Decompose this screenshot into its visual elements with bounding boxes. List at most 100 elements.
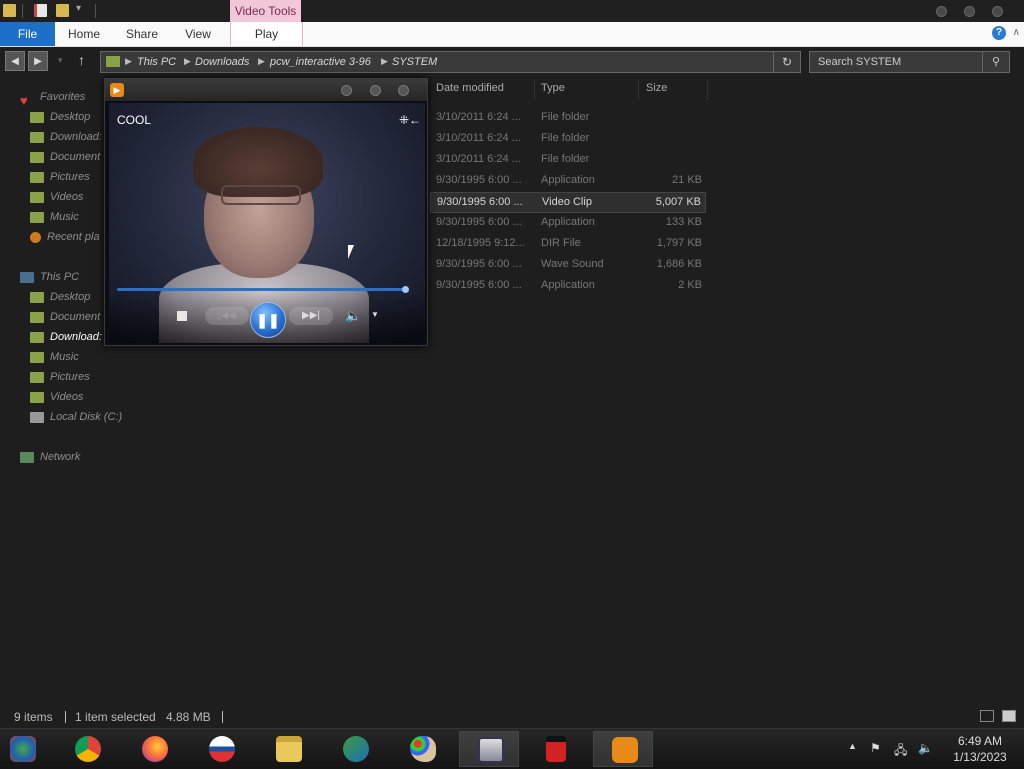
- nav-pc-documents[interactable]: Document: [30, 308, 100, 326]
- tab-home[interactable]: Home: [62, 22, 106, 46]
- search-box[interactable]: Search SYSTEM ⚲: [809, 51, 1010, 73]
- breadcrumb-system[interactable]: SYSTEM: [392, 56, 437, 68]
- nav-favorites[interactable]: ♥ Favorites: [20, 88, 85, 108]
- nav-pc-videos[interactable]: Videos: [30, 388, 83, 406]
- show-hidden-icons-icon[interactable]: ▲: [848, 741, 857, 751]
- nav-pc-local-disk[interactable]: Local Disk (C:): [30, 408, 122, 426]
- new-folder-icon[interactable]: [56, 4, 69, 17]
- file-row[interactable]: 9/30/1995 6:00 ... Wave Sound 1,686 KB: [430, 255, 706, 276]
- chevron-up-icon[interactable]: ∧: [1013, 27, 1020, 38]
- back-button[interactable]: ◀: [5, 51, 25, 71]
- cell-type: File folder: [541, 153, 590, 165]
- clock[interactable]: 6:49 AM 1/13/2023: [944, 733, 1016, 765]
- seek-thumb[interactable]: [402, 286, 409, 293]
- nav-label: Document: [50, 151, 101, 163]
- nav-fav-documents[interactable]: Document: [30, 148, 100, 166]
- help-icon[interactable]: ?: [992, 26, 1006, 40]
- taskbar-firefox[interactable]: [124, 731, 184, 767]
- taskbar-file-explorer[interactable]: [258, 731, 318, 767]
- cell-type: File folder: [541, 111, 590, 123]
- tab-share[interactable]: Share: [120, 22, 164, 46]
- windows-media-center-icon: [10, 736, 36, 762]
- nav-network[interactable]: Network: [20, 448, 80, 466]
- breadcrumb-pcw-interactive[interactable]: pcw_interactive 3-96: [270, 56, 371, 68]
- tab-play[interactable]: Play: [230, 22, 303, 46]
- nav-fav-pictures[interactable]: Pictures: [30, 168, 90, 186]
- minimize-button[interactable]: [341, 85, 352, 96]
- nav-pc-pictures[interactable]: Pictures: [30, 368, 90, 386]
- breadcrumb-this-pc[interactable]: This PC: [137, 56, 176, 68]
- taskbar-obama-logo[interactable]: [191, 731, 251, 767]
- drive-icon: [30, 411, 44, 423]
- column-size[interactable]: Size: [646, 82, 667, 98]
- tab-view[interactable]: View: [178, 22, 218, 46]
- details-view-icon[interactable]: [980, 710, 994, 722]
- previous-button[interactable]: |◀◀: [205, 307, 249, 325]
- large-icons-view-icon[interactable]: [1002, 710, 1016, 722]
- file-row[interactable]: 3/10/2011 6:24 ... File folder: [430, 150, 706, 171]
- taskbar-red-app[interactable]: [526, 731, 586, 767]
- breadcrumb-downloads[interactable]: Downloads: [195, 56, 249, 68]
- player-title-bar[interactable]: ▶: [105, 79, 427, 101]
- nav-fav-music[interactable]: Music: [30, 208, 79, 226]
- search-input[interactable]: Search SYSTEM: [818, 56, 901, 68]
- file-row[interactable]: 9/30/1995 6:00 ... Application 21 KB: [430, 171, 706, 192]
- file-row[interactable]: 9/30/1995 6:00 ... Video Clip 5,007 KB: [430, 192, 706, 213]
- volume-icon[interactable]: 🔈: [918, 741, 933, 755]
- refresh-icon[interactable]: ↻: [773, 52, 800, 72]
- up-arrow-icon[interactable]: ↑: [78, 52, 85, 68]
- taskbar-network-app[interactable]: [325, 731, 385, 767]
- selection-size: 4.88 MB: [166, 710, 211, 724]
- column-divider[interactable]: [707, 80, 708, 100]
- seek-bar[interactable]: [117, 288, 406, 291]
- nav-fav-recent[interactable]: Recent pla: [30, 228, 100, 246]
- nav-fav-videos[interactable]: Videos: [30, 188, 83, 206]
- taskbar-media-player[interactable]: [593, 731, 653, 767]
- file-row[interactable]: 9/30/1995 6:00 ... Application 2 KB: [430, 276, 706, 297]
- next-button[interactable]: ▶▶|: [289, 307, 333, 325]
- red-app-icon: [546, 736, 566, 762]
- taskbar-multi-window-app[interactable]: [459, 731, 519, 767]
- stop-button[interactable]: [177, 311, 187, 321]
- column-divider[interactable]: [534, 80, 535, 100]
- chevron-down-icon[interactable]: ▾: [76, 3, 81, 14]
- nav-pc-desktop[interactable]: Desktop: [30, 288, 90, 306]
- column-date-modified[interactable]: Date modified: [436, 82, 504, 98]
- media-player-window[interactable]: ▶ COOL ⁜← |◀◀ ❚❚ ▶▶| 🔈 ▼: [104, 78, 428, 346]
- chevron-right-icon: ▶: [184, 56, 191, 66]
- tab-file[interactable]: File: [0, 22, 55, 46]
- switch-to-library-icon[interactable]: ⁜←: [399, 113, 421, 127]
- network-icon[interactable]: 🖧: [894, 741, 907, 762]
- address-bar[interactable]: ▶ This PC ▶ Downloads ▶ pcw_interactive …: [100, 51, 801, 73]
- nav-this-pc[interactable]: This PC: [20, 268, 79, 286]
- forward-button[interactable]: ▶: [28, 51, 48, 71]
- flag-icon[interactable]: ⚑: [870, 741, 881, 755]
- folder-icon[interactable]: [3, 4, 16, 17]
- nav-fav-downloads[interactable]: Download:: [30, 128, 102, 146]
- properties-icon[interactable]: [34, 4, 47, 17]
- nav-pc-music[interactable]: Music: [30, 348, 79, 366]
- file-row[interactable]: 9/30/1995 6:00 ... Application 133 KB: [430, 213, 706, 234]
- maximize-button[interactable]: [964, 6, 975, 17]
- recent-locations-icon[interactable]: ▾: [58, 55, 63, 66]
- column-type[interactable]: Type: [541, 82, 565, 98]
- column-divider[interactable]: [638, 80, 639, 100]
- close-button[interactable]: [992, 6, 1003, 17]
- taskbar-chrome[interactable]: [57, 731, 117, 767]
- file-row[interactable]: 3/10/2011 6:24 ... File folder: [430, 129, 706, 150]
- nav-pc-downloads[interactable]: Download:: [30, 328, 102, 346]
- pause-button[interactable]: ❚❚: [250, 302, 286, 338]
- file-row[interactable]: 3/10/2011 6:24 ... File folder: [430, 108, 706, 129]
- chevron-down-icon[interactable]: ▼: [371, 310, 379, 319]
- video-area[interactable]: COOL ⁜← |◀◀ ❚❚ ▶▶| 🔈 ▼: [109, 103, 425, 343]
- nav-label: Local Disk (C:): [50, 411, 123, 423]
- taskbar-windows-media-center[interactable]: [0, 731, 60, 767]
- volume-icon[interactable]: 🔈: [345, 308, 361, 324]
- taskbar-paint[interactable]: [392, 731, 452, 767]
- file-row[interactable]: 12/18/1995 9:12... DIR File 1,797 KB: [430, 234, 706, 255]
- nav-fav-desktop[interactable]: Desktop: [30, 108, 90, 126]
- close-button[interactable]: [398, 85, 409, 96]
- minimize-button[interactable]: [936, 6, 947, 17]
- search-icon[interactable]: ⚲: [982, 52, 1009, 72]
- maximize-button[interactable]: [370, 85, 381, 96]
